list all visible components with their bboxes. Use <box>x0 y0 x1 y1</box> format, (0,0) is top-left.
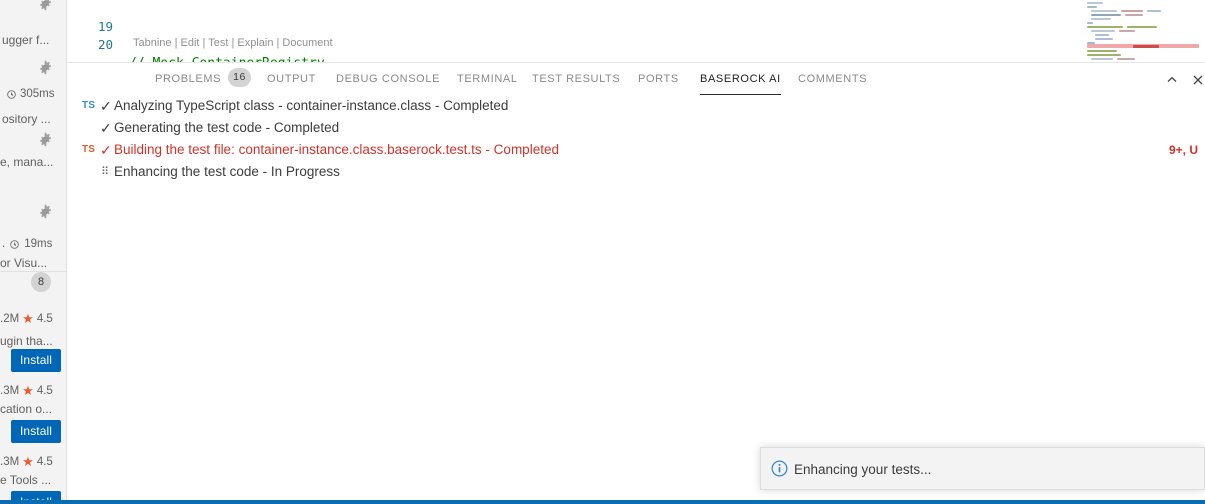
check-icon: ✓ <box>100 120 112 136</box>
tab-label: OUTPUT <box>267 73 316 85</box>
extension-stats-0: .2M ★ 4.5 <box>0 312 67 326</box>
chevron-up-icon <box>1167 76 1177 82</box>
extension-settings-gear-2[interactable] <box>0 132 67 147</box>
log-text: Building the test file: container-instan… <box>114 142 559 157</box>
extension-settings-gear-1[interactable] <box>0 60 67 75</box>
problems-count-badge: 16 <box>228 68 252 87</box>
extensions-sidebar[interactable]: ugger f... 305ms ository ... e, mana... <box>0 0 67 500</box>
extension-runtime-value: 305ms <box>20 88 55 100</box>
line-content: // Mock ContainerRegistry <box>129 54 325 62</box>
tab-ports[interactable]: PORTS <box>638 63 679 96</box>
tab-label: PROBLEMS <box>155 73 222 85</box>
code-line-21[interactable]: 21 jest.mock('../../src/container-regist… <box>67 50 94 62</box>
extension-installs-2: .3M <box>0 456 20 468</box>
log-row[interactable]: TS ✓ Analyzing TypeScript class - contai… <box>67 95 1205 117</box>
sidebar-section-divider <box>0 271 67 272</box>
codelens-items[interactable]: Tabnine | Edit | Test | Explain | Docume… <box>133 37 333 49</box>
tab-baserock-ai[interactable]: BASEROCK AI <box>700 63 781 96</box>
spinner-grip-icon: ⠿ <box>101 166 109 178</box>
extension-settings-gear-0[interactable] <box>0 0 67 11</box>
log-text: Generating the test code - Completed <box>114 120 340 135</box>
bottom-panel: PROBLEMS 16 OUTPUT DEBUG CONSOLE TERMINAL… <box>67 62 1205 500</box>
clock-icon <box>7 89 16 99</box>
code-editor[interactable]: 19 20 // Mock ContainerRegistry Tabnine … <box>67 0 1205 62</box>
log-text: Analyzing TypeScript class - container-i… <box>114 98 509 113</box>
panel-collapse-button[interactable] <box>1164 72 1180 88</box>
extension-count-badge-wrap: 8 <box>0 272 67 292</box>
tab-label: COMMENTS <box>798 73 868 85</box>
install-button-0[interactable]: Install <box>11 349 62 372</box>
star-icon: ★ <box>22 383 34 398</box>
extension-runtime-1: . 19ms <box>0 237 67 251</box>
extension-rating-0: 4.5 <box>36 313 53 325</box>
panel-tab-bar: PROBLEMS 16 OUTPUT DEBUG CONSOLE TERMINAL… <box>67 63 1205 96</box>
typescript-badge: TS <box>82 100 96 111</box>
gear-icon <box>40 204 51 219</box>
log-row[interactable]: ⠿ Enhancing the test code - In Progress <box>67 161 1205 183</box>
log-row[interactable]: ✓ Generating the test code - Completed <box>67 117 1205 139</box>
extension-runtime-value: 19ms <box>24 238 53 250</box>
panel-close-button[interactable] <box>1190 72 1205 88</box>
check-icon: ✓ <box>100 142 112 158</box>
extension-installs-0: .2M <box>0 313 20 325</box>
codelens-bar[interactable]: Tabnine | Edit | Test | Explain | Docume… <box>133 35 333 52</box>
extension-rating-2: 4.5 <box>36 456 53 468</box>
tab-label: TEST RESULTS <box>532 73 621 85</box>
clock-icon <box>10 239 19 249</box>
tab-debug-console[interactable]: DEBUG CONSOLE <box>336 63 440 96</box>
info-icon <box>771 460 788 477</box>
vscode-window: ugger f... 305ms ository ... e, mana... <box>0 0 1205 504</box>
extension-description-3: or Visu... <box>0 256 48 270</box>
typescript-badge: TS <box>82 144 96 155</box>
tab-problems[interactable]: PROBLEMS 16 <box>155 63 252 96</box>
log-row-annotation: 9+, U <box>1168 143 1198 157</box>
tab-comments[interactable]: COMMENTS <box>798 63 867 96</box>
install-button-2-wrap: Install <box>0 491 67 500</box>
extension-settings-gear-3[interactable] <box>0 204 67 219</box>
extension-summary-2: e Tools ... <box>0 473 52 487</box>
log-text: Enhancing the test code - In Progress <box>114 164 340 179</box>
tab-label: TERMINAL <box>457 73 518 85</box>
extension-description-1: ository ... <box>2 112 51 126</box>
extension-installs-1: .3M <box>0 385 20 397</box>
extension-rating-1: 4.5 <box>36 385 53 397</box>
extension-summary-0: ugin tha... <box>0 334 53 348</box>
extension-runtime-0: 305ms <box>0 87 67 101</box>
check-icon: ✓ <box>100 98 112 114</box>
tab-output[interactable]: OUTPUT <box>267 63 316 96</box>
log-row[interactable]: TS ✓ Building the test file: container-i… <box>67 139 1205 161</box>
notification-message: Enhancing your tests... <box>794 462 932 477</box>
extension-count-badge: 8 <box>31 272 51 292</box>
tab-label: PORTS <box>638 73 679 85</box>
extension-stats-2: .3M ★ 4.5 <box>0 455 67 469</box>
tab-test-results[interactable]: TEST RESULTS <box>532 63 620 96</box>
gear-icon <box>40 60 51 75</box>
install-button-0-wrap: Install <box>0 349 67 372</box>
extension-summary-1: cation o... <box>0 402 53 416</box>
star-icon: ★ <box>22 311 34 326</box>
tab-label: BASEROCK AI <box>700 73 781 85</box>
extension-stats-1: .3M ★ 4.5 <box>0 384 67 398</box>
code-line-20[interactable]: 20 // Mock ContainerRegistry <box>67 16 325 62</box>
close-icon <box>1193 75 1203 85</box>
install-button-1-wrap: Install <box>0 420 67 443</box>
extension-runtime-prefix: . <box>2 238 6 250</box>
install-button-1[interactable]: Install <box>11 420 62 443</box>
notification-toast[interactable]: Enhancing your tests... <box>760 447 1205 490</box>
extension-description-0: ugger f... <box>2 33 50 47</box>
star-icon: ★ <box>22 454 34 469</box>
gear-icon <box>40 0 51 11</box>
tab-label: DEBUG CONSOLE <box>336 73 441 85</box>
editor-minimap[interactable] <box>1081 0 1205 62</box>
status-bar[interactable] <box>0 500 1205 504</box>
install-button-2[interactable]: Install <box>11 491 62 500</box>
extension-description-2: e, mana... <box>0 155 54 169</box>
gear-icon <box>40 132 51 147</box>
tab-terminal[interactable]: TERMINAL <box>457 63 518 96</box>
code-line-19[interactable]: 19 <box>67 0 113 34</box>
